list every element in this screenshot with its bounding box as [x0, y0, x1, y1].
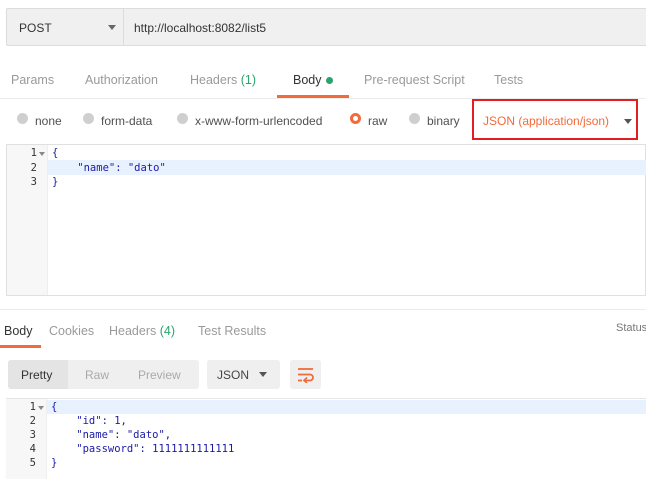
radio-raw[interactable]: [350, 113, 361, 124]
response-tab-headers-count: (4): [159, 324, 176, 338]
wrap-button[interactable]: [290, 360, 321, 389]
response-tab-headers[interactable]: Headers (4): [109, 324, 175, 338]
line-gutter: 1 2 3: [7, 145, 48, 295]
url-value: http://localhost:8082/list5: [134, 21, 267, 35]
chevron-down-icon: [259, 372, 267, 377]
status-label: Status: [616, 322, 646, 334]
radio-x-www-form-urlencoded[interactable]: [177, 113, 188, 124]
code-line: {: [51, 401, 58, 413]
fold-arrow-icon[interactable]: [38, 406, 44, 410]
line-number: 5: [29, 457, 36, 469]
fold-arrow-icon[interactable]: [39, 152, 45, 156]
tab-tests[interactable]: Tests: [494, 73, 523, 87]
body-indicator-dot: [326, 77, 333, 84]
tab-headers[interactable]: Headers (1): [190, 73, 256, 87]
tab-pre-request-script[interactable]: Pre-request Script: [364, 73, 465, 87]
radio-x-www-form-urlencoded-label: x-www-form-urlencoded: [195, 114, 323, 128]
line-number: 1: [29, 401, 36, 413]
text-wrap-icon: [298, 368, 314, 383]
format-value: JSON: [217, 368, 250, 382]
radio-binary-label: binary: [427, 114, 460, 128]
method-label: POST: [19, 21, 52, 35]
line-number: 3: [29, 429, 36, 441]
line-number: 2: [29, 415, 36, 427]
radio-form-data[interactable]: [83, 113, 94, 124]
pretty-label: Pretty: [21, 368, 53, 382]
response-tab-cookies[interactable]: Cookies: [49, 324, 94, 338]
code-line: }: [52, 176, 59, 188]
pretty-button[interactable]: Pretty: [8, 360, 68, 389]
request-body-editor[interactable]: 1 2 3 { "name": "dato" }: [6, 144, 646, 296]
response-body-viewer[interactable]: 1 2 3 4 5 { "id": 1, "name": "dato", "pa…: [6, 398, 646, 479]
preview-button[interactable]: Preview: [138, 368, 181, 382]
code-line: "password": 1111111111111: [51, 443, 235, 455]
tab-body[interactable]: Body: [293, 73, 322, 87]
url-input[interactable]: http://localhost:8082/list5: [123, 8, 646, 46]
response-tab-headers-label: Headers: [109, 324, 157, 338]
chevron-down-icon: [624, 119, 632, 124]
radio-none-label: none: [35, 114, 62, 128]
raw-button[interactable]: Raw: [85, 368, 109, 382]
tab-headers-label: Headers: [190, 73, 238, 87]
code-line: {: [52, 147, 59, 159]
code-line: "id": 1,: [51, 415, 127, 427]
chevron-down-icon: [108, 25, 116, 30]
active-line-highlight: [47, 400, 646, 414]
line-gutter: 1 2 3 4 5: [6, 399, 47, 479]
line-number: 3: [30, 176, 37, 188]
radio-raw-label: raw: [368, 114, 388, 128]
response-tab-body[interactable]: Body: [4, 324, 33, 338]
tab-params[interactable]: Params: [11, 73, 54, 87]
code-line: "name": "dato": [52, 162, 166, 174]
line-number: 4: [29, 443, 36, 455]
code-line: "name": "dato",: [51, 429, 172, 441]
tab-headers-count: (1): [240, 73, 257, 87]
radio-form-data-label: form-data: [101, 114, 153, 128]
section-divider: [0, 309, 646, 310]
radio-binary[interactable]: [409, 113, 420, 124]
radio-none[interactable]: [17, 113, 28, 124]
response-tab-test-results[interactable]: Test Results: [198, 324, 266, 338]
code-line: }: [51, 457, 58, 469]
content-type-value: JSON (application/json): [483, 114, 610, 128]
line-number: 2: [30, 162, 37, 174]
method-select[interactable]: POST: [6, 8, 123, 46]
content-type-select[interactable]: JSON (application/json): [472, 99, 638, 140]
line-number: 1: [30, 147, 37, 159]
tab-authorization[interactable]: Authorization: [85, 73, 158, 87]
format-select[interactable]: JSON: [207, 360, 280, 389]
active-tab-underline: [0, 345, 41, 348]
